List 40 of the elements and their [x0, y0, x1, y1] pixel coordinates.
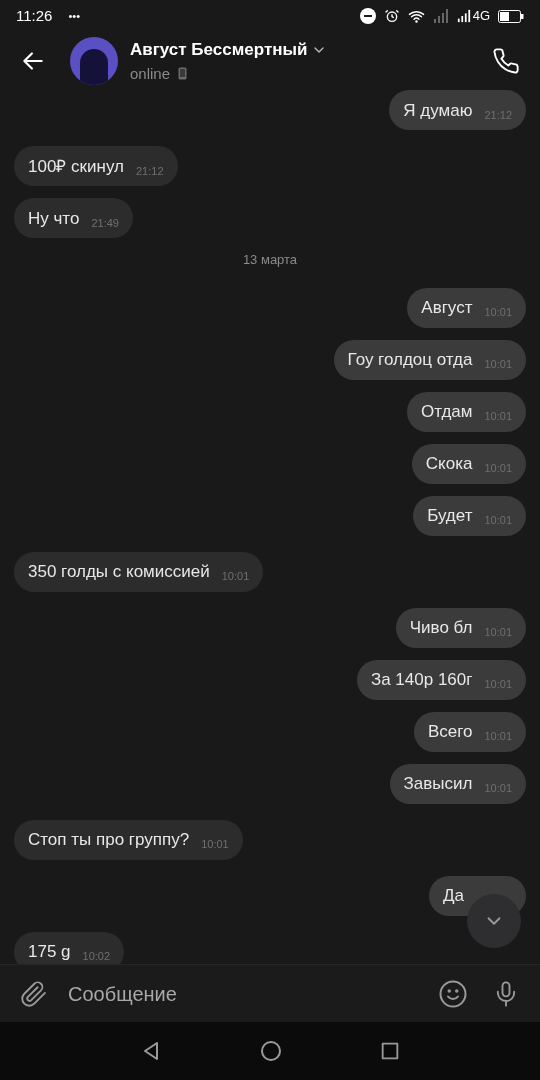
attach-button[interactable]	[20, 979, 48, 1008]
message-time: 21:49	[91, 215, 119, 231]
nav-home-button[interactable]	[259, 1039, 283, 1063]
message-text: 100₽ скинул	[28, 157, 124, 175]
message-text: Завысил	[403, 775, 473, 792]
message-text: Скока	[425, 455, 473, 472]
contact-status: online	[130, 63, 171, 84]
message-time: 21:12	[135, 163, 164, 179]
message-text: Отдам	[420, 403, 473, 420]
signal-icon	[456, 9, 471, 23]
message-text: Август	[421, 299, 473, 316]
date-separator: 13 марта	[242, 251, 298, 269]
message-time: 10:01	[221, 569, 250, 584]
message-input[interactable]: Сообщение	[68, 978, 430, 1009]
message-text: За 140р 160г	[370, 671, 473, 688]
emoji-button[interactable]	[438, 978, 468, 1009]
do-not-disturb-icon	[359, 8, 376, 24]
message-text: 175 g	[28, 943, 71, 960]
message-time: 10:01	[201, 837, 229, 852]
contact-avatar[interactable]	[70, 37, 118, 85]
phone-device-icon	[178, 67, 188, 81]
alarm-icon	[383, 8, 400, 24]
message-text: Всего	[427, 723, 473, 740]
message-text: Ну что	[28, 209, 80, 227]
nav-recents-button[interactable]	[379, 1040, 401, 1062]
message-text: Я думаю	[403, 101, 473, 119]
status-dots: •••	[68, 8, 80, 24]
message-text: Стоп ты про группу?	[28, 831, 190, 848]
message-text: Будет	[427, 507, 473, 524]
call-button[interactable]	[492, 47, 520, 75]
battery-icon	[498, 9, 524, 23]
message-text: Чиво бл	[409, 619, 473, 636]
status-time: 11:26	[16, 5, 53, 26]
message-time: 10:02	[82, 949, 111, 964]
network-type: 4G	[472, 7, 490, 26]
message-text: Да	[443, 887, 464, 904]
contact-name[interactable]: Август Бессмертный	[130, 37, 308, 63]
message-text: 350 голды с комиссией	[28, 563, 210, 580]
message-text: Гоу голдоц отда	[347, 351, 473, 368]
signal-icon	[432, 9, 449, 23]
